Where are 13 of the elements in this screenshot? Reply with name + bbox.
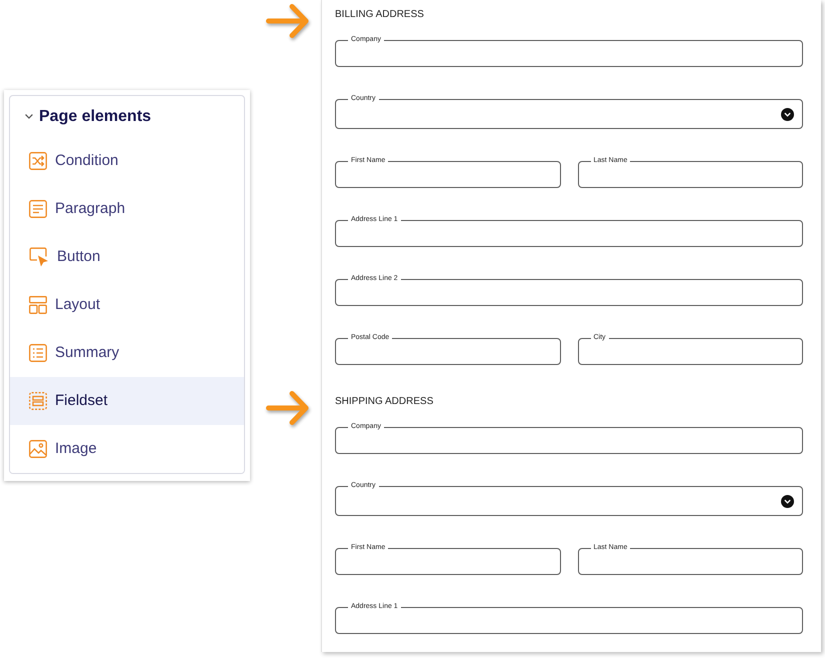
cursor-icon — [29, 247, 49, 267]
image-icon — [29, 440, 47, 458]
layout-icon — [29, 296, 47, 314]
panel-header[interactable]: Page elements — [10, 96, 244, 137]
section-heading: SHIPPING ADDRESS — [335, 396, 434, 408]
text-lines-icon — [29, 200, 47, 218]
list-icon — [29, 344, 47, 362]
dashed-box-icon — [29, 392, 47, 410]
chevron-circle-icon — [781, 108, 794, 120]
chevron-circle-icon — [781, 494, 794, 508]
element-item[interactable]: Fieldset — [10, 377, 244, 425]
section-heading: BILLING ADDRESS — [335, 9, 424, 21]
shuffle-icon — [29, 152, 47, 170]
